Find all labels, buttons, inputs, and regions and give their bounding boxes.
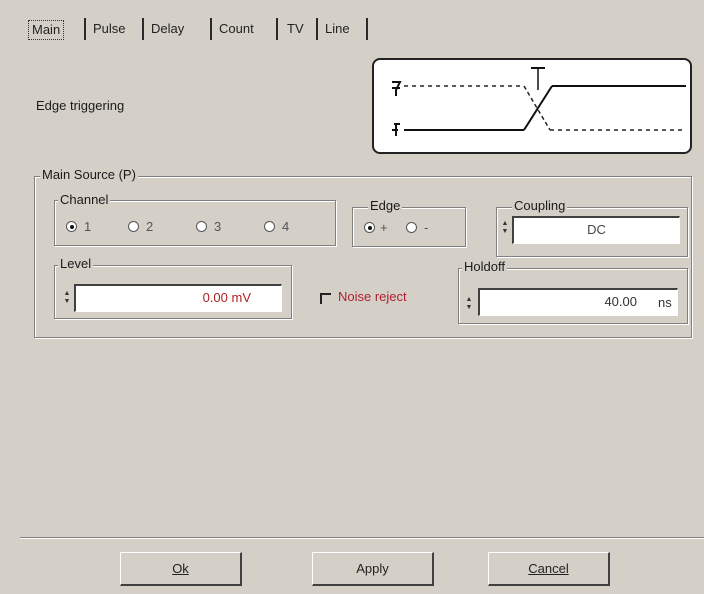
- noise-reject-label: Noise reject: [338, 289, 407, 304]
- ok-button-label: Ok: [172, 561, 189, 576]
- edge-waveform-icon: [392, 67, 686, 136]
- channel-option-label: 1: [84, 219, 92, 234]
- radio-button[interactable]: [406, 222, 417, 233]
- radio-button[interactable]: [196, 221, 207, 232]
- holdoff-title: Holdoff: [462, 259, 507, 274]
- coupling-field[interactable]: DC: [512, 216, 680, 244]
- main-source-title: Main Source (P): [40, 167, 138, 182]
- tab-separator: [276, 18, 278, 40]
- edge-option-label: -: [424, 220, 429, 235]
- tab-tv[interactable]: TV: [284, 20, 307, 38]
- edge-option-label: +: [380, 220, 388, 235]
- level-value: 0.00 mV: [202, 290, 251, 305]
- radio-button[interactable]: [66, 221, 77, 232]
- channel-title: Channel: [58, 192, 111, 207]
- checkbox-box[interactable]: [320, 293, 331, 304]
- tab-separator: [316, 18, 318, 40]
- tab-delay[interactable]: Delay: [148, 20, 187, 38]
- channel-option-label: 4: [282, 219, 290, 234]
- ok-button[interactable]: Ok: [120, 552, 242, 586]
- cancel-button[interactable]: Cancel: [488, 552, 610, 586]
- coupling-spinner-icon[interactable]: ▲ ▼: [500, 220, 510, 236]
- tab-separator: [366, 18, 368, 40]
- trigger-mode-label: Edge triggering: [36, 98, 125, 113]
- divider: [20, 537, 704, 539]
- coupling-title: Coupling: [512, 198, 568, 213]
- holdoff-value: 40.00: [604, 294, 637, 309]
- radio-button[interactable]: [264, 221, 275, 232]
- apply-button-label: Apply: [356, 561, 389, 576]
- radio-button[interactable]: [364, 222, 375, 233]
- tab-separator: [84, 18, 86, 40]
- tab-main[interactable]: Main: [28, 20, 65, 40]
- level-spinner-icon[interactable]: ▲ ▼: [62, 290, 72, 306]
- channel-option-label: 3: [214, 219, 222, 234]
- cancel-button-label: Cancel: [528, 561, 569, 576]
- tab-line[interactable]: Line: [322, 20, 353, 38]
- holdoff-spinner-icon[interactable]: ▲ ▼: [464, 296, 474, 312]
- tab-count[interactable]: Count: [216, 20, 257, 38]
- tab-separator: [142, 18, 144, 40]
- edge-title: Edge: [368, 198, 403, 213]
- holdoff-unit: ns: [658, 295, 672, 310]
- level-title: Level: [58, 256, 94, 271]
- apply-button[interactable]: Apply: [312, 552, 434, 586]
- radio-button[interactable]: [128, 221, 139, 232]
- holdoff-field[interactable]: 40.00: [478, 288, 678, 316]
- tab-separator: [210, 18, 212, 40]
- coupling-value: DC: [587, 222, 606, 237]
- edge-diagram: [372, 58, 692, 154]
- channel-option-label: 2: [146, 219, 154, 234]
- tab-pulse[interactable]: Pulse: [90, 20, 129, 38]
- level-field[interactable]: 0.00 mV: [74, 284, 282, 312]
